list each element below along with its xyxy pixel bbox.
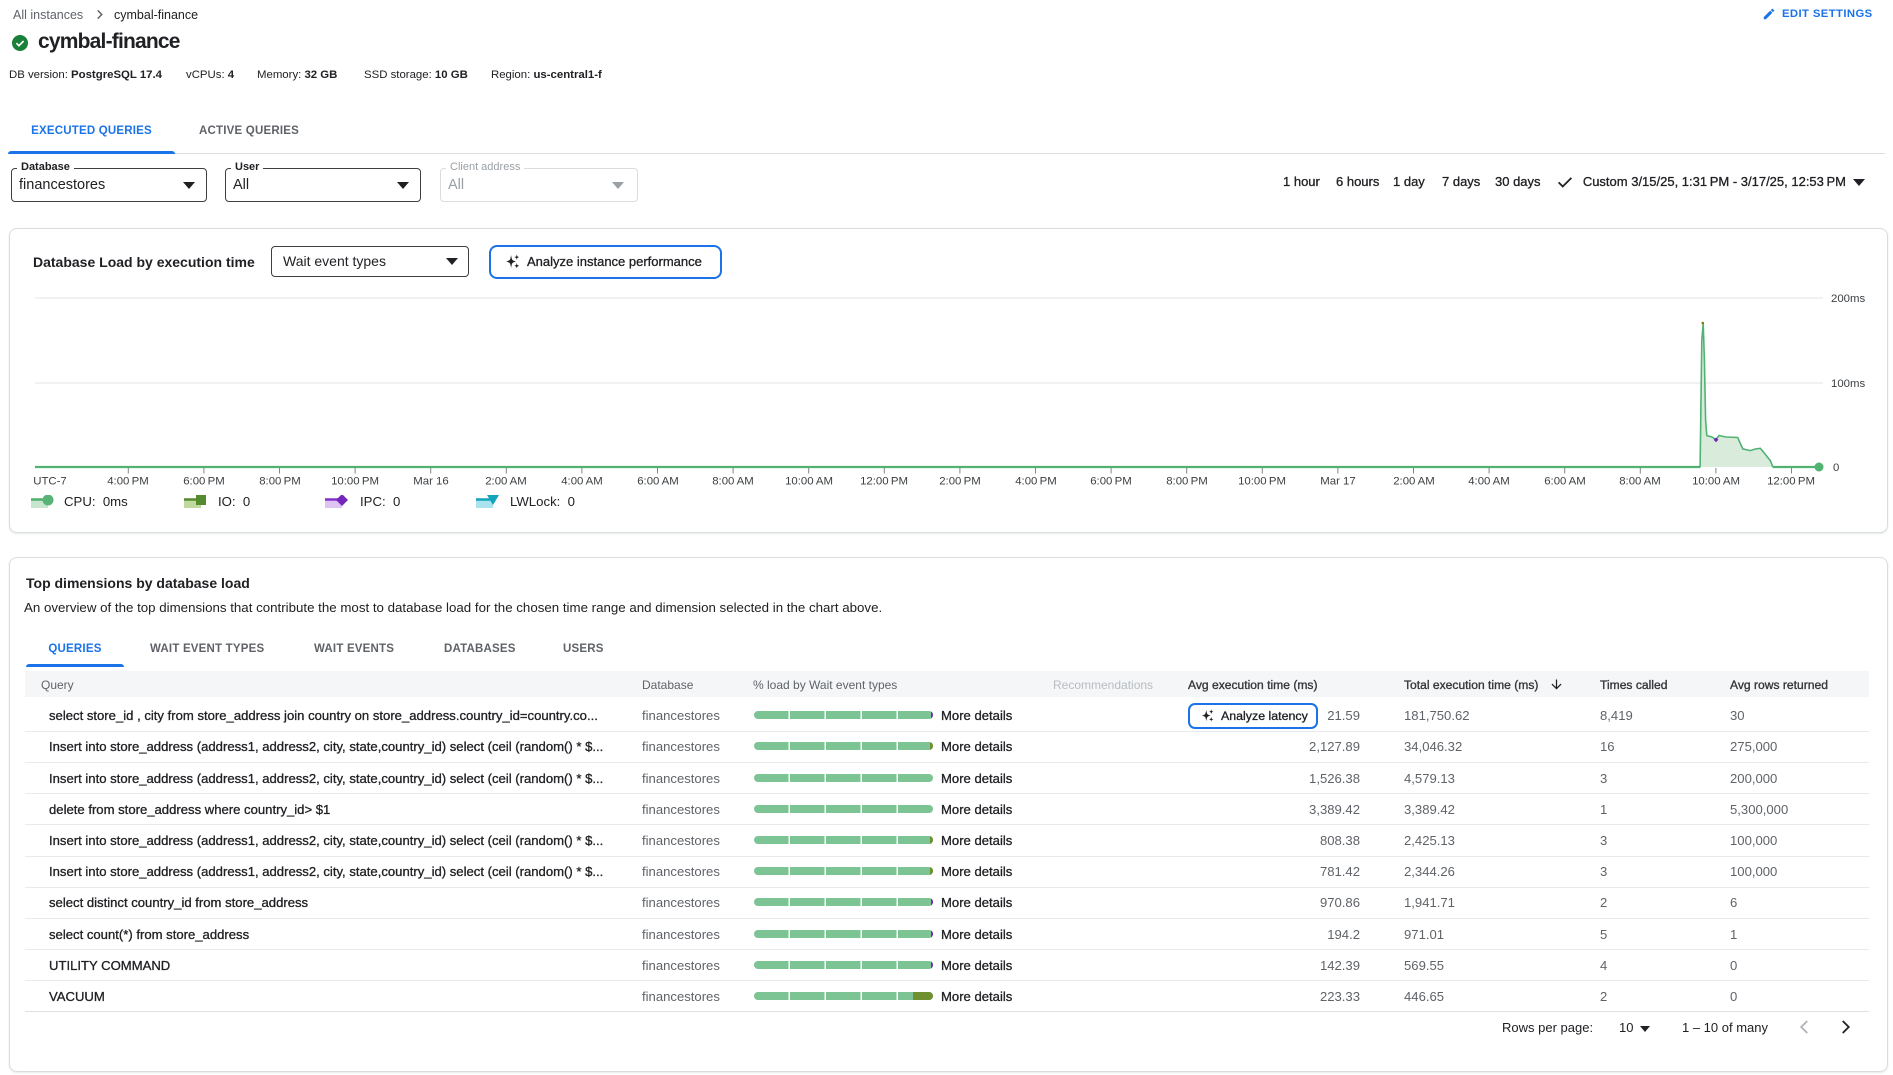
- svg-text:10:00 PM: 10:00 PM: [1238, 476, 1286, 488]
- svg-text:2:00 AM: 2:00 AM: [1393, 476, 1435, 488]
- svg-text:2:00 AM: 2:00 AM: [485, 476, 527, 488]
- svg-text:12:00 PM: 12:00 PM: [1767, 476, 1815, 488]
- svg-text:100ms: 100ms: [1831, 378, 1865, 390]
- svg-text:4:00 PM: 4:00 PM: [107, 476, 149, 488]
- svg-text:Mar 17: Mar 17: [1320, 476, 1355, 488]
- svg-text:Mar 16: Mar 16: [413, 476, 448, 488]
- svg-text:6:00 PM: 6:00 PM: [183, 476, 225, 488]
- svg-text:UTC-7: UTC-7: [33, 476, 67, 488]
- svg-text:12:00 PM: 12:00 PM: [860, 476, 908, 488]
- svg-text:200ms: 200ms: [1831, 293, 1865, 305]
- svg-text:6:00 PM: 6:00 PM: [1090, 476, 1132, 488]
- svg-text:4:00 AM: 4:00 AM: [561, 476, 603, 488]
- svg-text:10:00 AM: 10:00 AM: [1692, 476, 1740, 488]
- svg-text:6:00 AM: 6:00 AM: [1544, 476, 1586, 488]
- svg-text:6:00 AM: 6:00 AM: [637, 476, 679, 488]
- svg-text:4:00 AM: 4:00 AM: [1468, 476, 1510, 488]
- svg-text:10:00 PM: 10:00 PM: [331, 476, 379, 488]
- svg-text:8:00 AM: 8:00 AM: [1619, 476, 1661, 488]
- svg-text:4:00 PM: 4:00 PM: [1015, 476, 1057, 488]
- svg-text:8:00 AM: 8:00 AM: [712, 476, 754, 488]
- svg-text:8:00 PM: 8:00 PM: [1166, 476, 1208, 488]
- svg-text:0: 0: [1833, 462, 1839, 474]
- svg-text:8:00 PM: 8:00 PM: [259, 476, 301, 488]
- svg-text:10:00 AM: 10:00 AM: [785, 476, 833, 488]
- svg-text:2:00 PM: 2:00 PM: [939, 476, 981, 488]
